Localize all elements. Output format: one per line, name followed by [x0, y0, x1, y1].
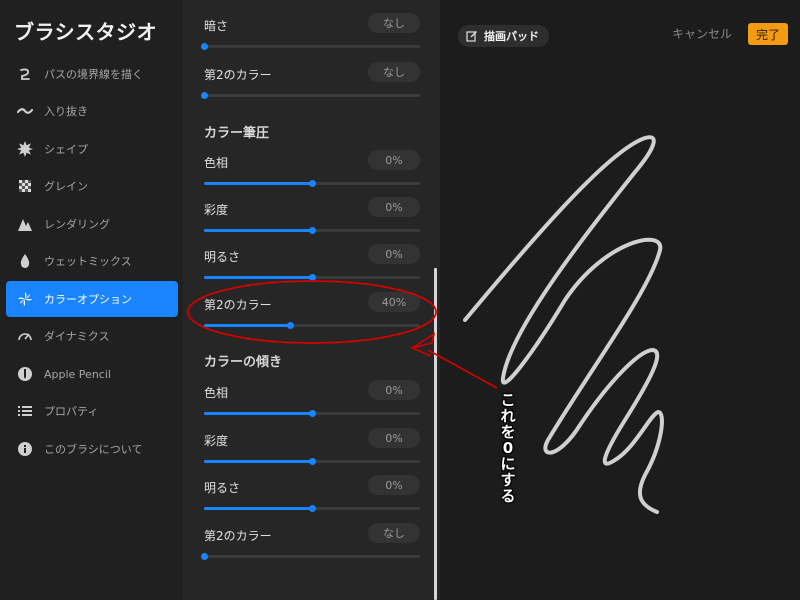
sidebar-item-label: グレイン — [44, 180, 88, 193]
settings-panel: 暗さ なし 第2のカラー なし カラー筆圧 色相 0% 彩度 0% 明るさ 0%… — [183, 0, 440, 600]
panel-scrollbar[interactable] — [434, 268, 437, 600]
sidebar-item-label: パスの境界線を描く — [44, 68, 143, 81]
grain-icon — [17, 178, 33, 194]
info-icon — [17, 441, 33, 457]
brush-stroke-preview — [463, 135, 664, 514]
sidebar: ブラシスタジオ パスの境界線を描く 入り抜き シェイプ グレイン レンダリング … — [0, 0, 183, 600]
brush-preview-area[interactable]: 描画パッド キャンセル 完了 — [440, 0, 800, 600]
section-title-color-pressure: カラー筆圧 — [204, 126, 270, 141]
slider-knob[interactable] — [309, 274, 316, 281]
setting-value[interactable]: なし — [368, 523, 420, 543]
sidebar-item-label: このブラシについて — [44, 443, 143, 456]
color-options-icon — [17, 291, 33, 307]
brush-stroke-path — [463, 135, 664, 514]
setting-slider[interactable] — [204, 227, 420, 234]
setting-value[interactable]: 0% — [368, 197, 420, 217]
setting-value[interactable]: 0% — [368, 150, 420, 170]
setting-slider[interactable] — [204, 505, 420, 512]
setting-value[interactable]: 0% — [368, 380, 420, 400]
setting-slider[interactable] — [204, 274, 420, 281]
setting-slider[interactable] — [201, 43, 420, 50]
apple-pencil-icon — [17, 366, 33, 382]
slider-knob[interactable] — [309, 180, 316, 187]
slider-knob[interactable] — [309, 458, 316, 465]
sidebar-item-about-brush[interactable]: このブラシについて — [6, 431, 178, 467]
setting-value[interactable]: 0% — [368, 244, 420, 264]
sidebar-item-shape[interactable]: シェイプ — [6, 131, 178, 167]
setting-value[interactable]: 0% — [368, 475, 420, 495]
stroke-path-icon — [17, 66, 33, 82]
taper-icon — [17, 103, 33, 119]
setting-slider[interactable] — [201, 553, 420, 560]
setting-value[interactable]: なし — [368, 62, 420, 82]
sidebar-item-apple-pencil[interactable]: Apple Pencil — [6, 356, 178, 392]
setting-slider[interactable] — [201, 92, 420, 99]
sidebar-item-stroke-path[interactable]: パスの境界線を描く — [6, 56, 178, 92]
setting-label: 明るさ — [204, 250, 241, 264]
sidebar-item-label: カラーオプション — [44, 293, 132, 306]
setting-slider[interactable] — [204, 180, 420, 187]
slider-knob[interactable] — [309, 227, 316, 234]
setting-label: 色相 — [204, 156, 229, 170]
setting-slider[interactable] — [204, 322, 420, 329]
setting-value[interactable]: なし — [368, 13, 420, 33]
slider-knob[interactable] — [287, 322, 295, 329]
section-title-color-tilt: カラーの傾き — [204, 355, 283, 370]
setting-slider[interactable] — [204, 410, 420, 417]
sidebar-item-label: シェイプ — [44, 143, 88, 156]
sidebar-item-color-options[interactable]: カラーオプション — [6, 281, 178, 317]
sidebar-item-label: プロパティ — [44, 405, 99, 418]
slider-knob[interactable] — [201, 92, 208, 99]
dynamics-icon — [17, 328, 33, 344]
sidebar-item-rendering[interactable]: レンダリング — [6, 206, 178, 242]
sidebar-item-label: ウェットミックス — [44, 255, 132, 268]
sidebar-item-label: Apple Pencil — [44, 367, 111, 381]
slider-knob[interactable] — [201, 553, 208, 560]
setting-label: 明るさ — [204, 481, 241, 495]
sidebar-item-dynamics[interactable]: ダイナミクス — [6, 318, 178, 354]
setting-label: 彩度 — [204, 203, 229, 217]
properties-icon — [17, 403, 33, 419]
sidebar-item-wet-mix[interactable]: ウェットミックス — [6, 243, 178, 279]
setting-label: 暗さ — [204, 19, 229, 33]
setting-label: 第2のカラー — [204, 529, 272, 543]
setting-label: 第2のカラー — [204, 68, 272, 82]
setting-label: 第2のカラー — [204, 298, 272, 312]
shape-icon — [17, 141, 33, 157]
setting-value[interactable]: 40% — [368, 292, 420, 312]
brush-studio-title: ブラシスタジオ — [14, 20, 158, 44]
slider-knob[interactable] — [309, 505, 316, 512]
sidebar-item-taper[interactable]: 入り抜き — [6, 93, 178, 129]
setting-label: 色相 — [204, 386, 229, 400]
setting-label: 彩度 — [204, 434, 229, 448]
slider-knob[interactable] — [201, 43, 208, 50]
slider-knob[interactable] — [309, 410, 316, 417]
setting-slider[interactable] — [204, 458, 420, 465]
sidebar-item-label: ダイナミクス — [44, 330, 110, 343]
sidebar-item-label: 入り抜き — [44, 105, 88, 118]
setting-value[interactable]: 0% — [368, 428, 420, 448]
wet-mix-icon — [17, 253, 33, 269]
sidebar-item-properties[interactable]: プロパティ — [6, 393, 178, 429]
rendering-icon — [17, 216, 33, 232]
sidebar-item-grain[interactable]: グレイン — [6, 168, 178, 204]
sidebar-item-label: レンダリング — [44, 218, 110, 231]
